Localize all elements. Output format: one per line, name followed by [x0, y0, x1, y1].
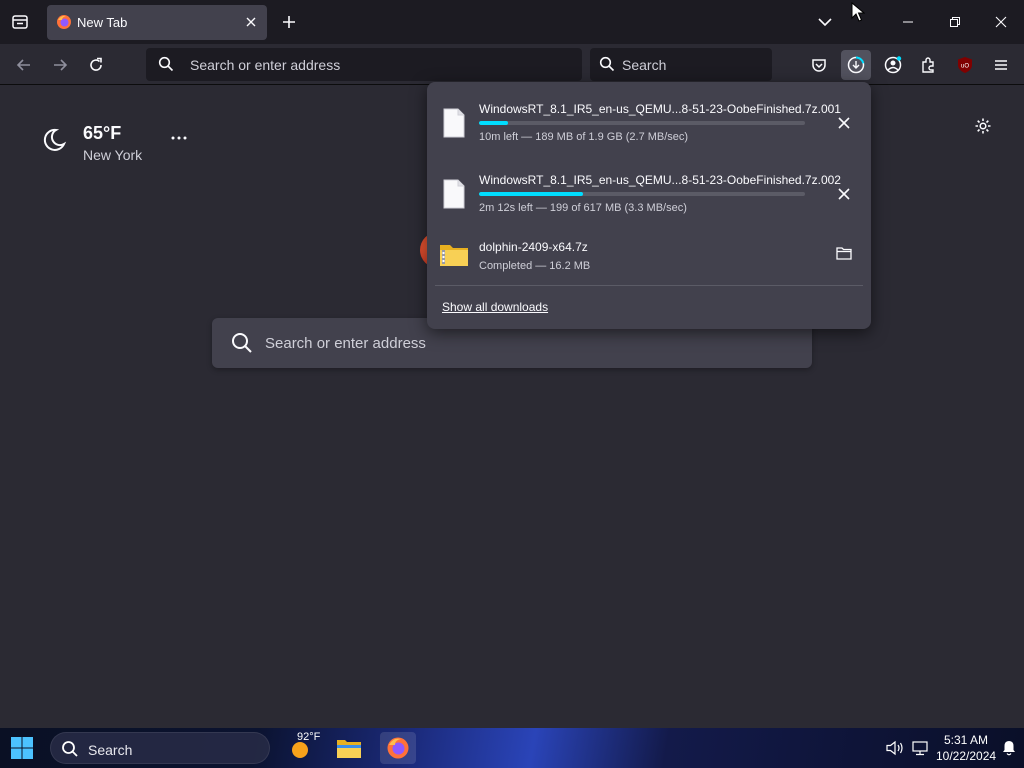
tabs-overflow-button[interactable] — [814, 12, 836, 32]
download-item[interactable]: dolphin-2409-x64.7z Completed — 16.2 MB — [427, 226, 871, 292]
app-menu-button[interactable] — [986, 50, 1016, 80]
url-bar-placeholder: Search or enter address — [190, 57, 341, 73]
search-icon — [232, 333, 252, 353]
reload-icon — [90, 57, 102, 71]
windows-logo-icon — [11, 737, 33, 759]
download-status: 2m 12s left — 199 of 617 MB (3.3 MB/sec) — [479, 202, 687, 214]
file-explorer-taskbar-button[interactable] — [331, 732, 367, 764]
url-bar[interactable]: Search or enter address — [146, 48, 582, 81]
weather-temperature: 65°F — [83, 123, 122, 143]
generic-file-icon — [443, 108, 465, 138]
bell-icon — [1003, 741, 1015, 756]
show-in-folder-button[interactable] — [831, 240, 857, 266]
pocket-icon — [812, 59, 826, 72]
download-filename: dolphin-2409-x64.7z — [479, 240, 588, 254]
plus-icon — [283, 16, 295, 28]
firefox-icon — [57, 15, 71, 29]
close-icon — [246, 17, 256, 27]
search-bar[interactable]: Search — [590, 48, 772, 81]
back-button[interactable] — [10, 51, 38, 79]
ublock-origin-button[interactable]: uO — [950, 50, 980, 80]
tab-new-tab[interactable]: New Tab — [47, 5, 267, 40]
search-bar-placeholder: Search — [622, 57, 667, 73]
close-icon — [838, 188, 850, 200]
tab-title: New Tab — [77, 15, 128, 30]
ublock-shield-icon: uO — [958, 57, 972, 73]
download-filename: WindowsRT_8.1_IR5_en-us_QEMU...8-51-23-O… — [479, 102, 841, 116]
start-button[interactable] — [10, 736, 34, 760]
restore-button[interactable] — [940, 8, 970, 36]
newtab-search-placeholder: Search or enter address — [265, 335, 426, 352]
tab-strip: New Tab — [0, 0, 1024, 44]
download-status: 10m left — 189 MB of 1.9 GB (2.7 MB/sec) — [479, 131, 689, 143]
cancel-download-button[interactable] — [831, 110, 857, 136]
close-icon — [838, 117, 850, 129]
firefox-icon — [387, 737, 409, 759]
pocket-button[interactable] — [804, 50, 834, 80]
new-tab-button[interactable] — [278, 11, 300, 33]
download-progress-bar — [479, 192, 805, 196]
list-all-tabs-button[interactable] — [8, 10, 32, 34]
download-progress-bar — [479, 121, 805, 125]
minimize-button[interactable] — [893, 8, 923, 36]
download-progress-fill — [479, 121, 509, 125]
close-tab-button[interactable] — [243, 14, 259, 30]
arrow-right-icon — [54, 59, 68, 71]
search-icon — [158, 56, 174, 72]
network-icon — [912, 741, 928, 756]
download-status: Completed — 16.2 MB — [479, 260, 591, 272]
download-progress-fill — [479, 192, 584, 196]
clock-time: 5:31 AM — [943, 733, 989, 747]
folder-icon — [337, 740, 361, 758]
personalize-button[interactable] — [972, 115, 994, 137]
generic-file-icon — [443, 179, 465, 209]
close-icon — [995, 16, 1007, 28]
speaker-icon — [886, 740, 903, 756]
reload-button[interactable] — [82, 51, 110, 79]
cancel-download-button[interactable] — [831, 181, 857, 207]
svg-text:uO: uO — [961, 64, 969, 70]
arrow-left-icon — [16, 59, 30, 71]
divider — [435, 285, 863, 286]
taskbar: Search 92°F 5:31 AM 10/22/2024 — [0, 728, 1024, 768]
more-horizontal-icon — [171, 136, 187, 140]
search-icon — [599, 56, 615, 72]
moon-icon — [43, 128, 67, 151]
mouse-cursor-icon — [851, 2, 865, 22]
folder-icon — [836, 247, 852, 260]
download-filename: WindowsRT_8.1_IR5_en-us_QEMU...8-51-23-O… — [479, 173, 841, 187]
account-icon — [884, 56, 902, 74]
puzzle-icon — [922, 57, 934, 73]
downloads-panel: WindowsRT_8.1_IR5_en-us_QEMU...8-51-23-O… — [427, 82, 871, 329]
restore-icon — [950, 17, 960, 27]
tab-list-icon — [12, 15, 28, 29]
volume-button[interactable] — [884, 728, 906, 768]
download-item[interactable]: WindowsRT_8.1_IR5_en-us_QEMU...8-51-23-O… — [427, 86, 871, 152]
gear-icon — [975, 118, 991, 134]
forward-button[interactable] — [46, 51, 74, 79]
downloads-button[interactable] — [841, 50, 871, 80]
weather-city: New York — [83, 147, 143, 163]
account-button[interactable] — [878, 50, 908, 80]
notifications-button[interactable] — [999, 728, 1019, 768]
download-progress-icon — [847, 56, 865, 74]
taskbar-clock[interactable]: 5:31 AM 10/22/2024 — [936, 732, 996, 764]
show-all-downloads-link[interactable]: Show all downloads — [442, 300, 548, 314]
taskbar-search-box[interactable]: Search — [50, 732, 270, 764]
extensions-button[interactable] — [914, 50, 944, 80]
navigation-toolbar: Search or enter address Search uO — [0, 44, 1024, 85]
minimize-icon — [903, 21, 913, 23]
hamburger-icon — [995, 60, 1007, 70]
download-item[interactable]: WindowsRT_8.1_IR5_en-us_QEMU...8-51-23-O… — [427, 157, 871, 223]
search-icon — [62, 741, 78, 757]
clock-date: 10/22/2024 — [936, 749, 997, 763]
firefox-taskbar-button[interactable] — [380, 732, 416, 764]
taskbar-weather-temp: 92°F — [297, 731, 321, 743]
close-window-button[interactable] — [986, 8, 1016, 36]
network-button[interactable] — [908, 728, 932, 768]
taskbar-search-label: Search — [88, 742, 133, 758]
weather-more-button[interactable] — [168, 128, 190, 148]
chevron-down-icon — [818, 18, 832, 27]
zip-folder-icon — [440, 245, 468, 266]
